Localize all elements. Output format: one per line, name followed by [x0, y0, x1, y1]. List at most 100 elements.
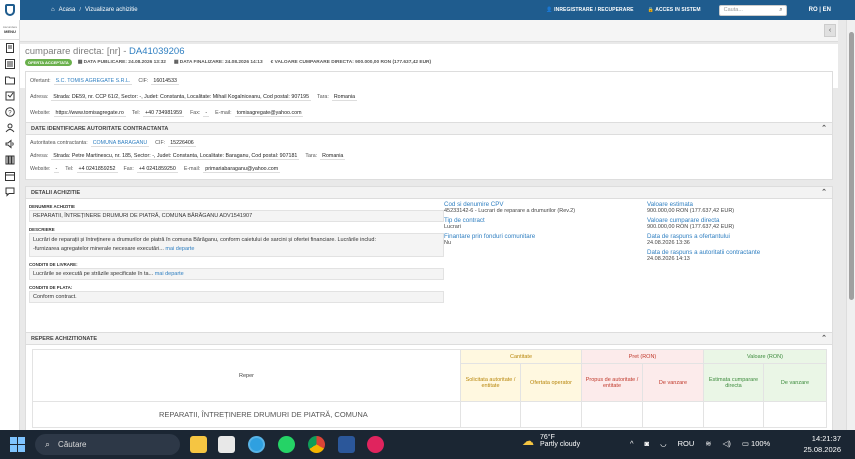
authority-card-header[interactable]: DATE IDENTIFICARE AUTORITATE CONTRACTANT… [26, 123, 832, 135]
payment-terms-field: Conform contract. [29, 291, 444, 303]
authority-email: primariabaraganu@yahoo.com [203, 165, 281, 173]
publish-date: ▦ DATA PUBLICARE: 24.08.2026 13:32 [77, 60, 166, 65]
list-icon [5, 59, 15, 69]
sidebar-item-list[interactable] [0, 56, 20, 72]
bidder-name-row: Ofertant: S.C. TOMIS AGREGATE S.R.L. CIF… [30, 77, 179, 85]
notes-icon [5, 91, 15, 101]
home-icon[interactable]: ⌂ [51, 7, 55, 13]
whatsapp-icon[interactable] [278, 436, 295, 453]
word-icon[interactable] [338, 436, 355, 453]
search-input[interactable]: Cauta... ⌕ [718, 4, 787, 16]
sidebar-item-calendar[interactable] [0, 168, 20, 184]
sidebar-item-library[interactable] [0, 152, 20, 168]
sidebar-item-notes[interactable] [0, 88, 20, 104]
chevron-up-icon[interactable]: ⌃ [821, 334, 827, 342]
chevron-left-icon: ‹ [828, 27, 832, 34]
taskbar-search[interactable]: ⌕ Căutare [35, 434, 180, 455]
group-header-quantity: Cantitate [460, 349, 582, 364]
chrome-icon[interactable] [308, 436, 325, 453]
windows-start-icon[interactable] [10, 437, 25, 452]
file-explorer-icon[interactable] [190, 436, 207, 453]
authority-website: - [53, 165, 60, 173]
estimated-value: 900.000,00 RON (177.637,42 EUR) [647, 208, 735, 214]
clock-time: 14:21:37 [811, 434, 841, 443]
audio-icon [5, 139, 14, 149]
taskbar-clock[interactable]: 14:21:37 25.08.2026 [803, 433, 841, 455]
weather-widget[interactable]: ☁ 76°F Partly cloudy [522, 434, 580, 448]
contract-type-value: Lucrari [444, 224, 461, 230]
column-header: Propus de autoritate / entitate [581, 363, 643, 402]
contract-type-label: Tip de contract [444, 217, 485, 224]
authority-country: Romania [320, 152, 346, 160]
status-badge: OFERTA ACCEPTATA [25, 59, 72, 66]
register-link[interactable]: 👤 INREGISTRARE / RECUPERARE [546, 7, 633, 13]
headset-icon[interactable]: ◡ [660, 439, 667, 448]
authority-phone: +4 0241859252 [76, 165, 118, 173]
authority-address: Strada: Petre Martinescu, nr. 185, Secto… [51, 152, 300, 160]
expand-button[interactable]: ‹ [824, 24, 836, 37]
read-more-link[interactable]: mai departe [155, 271, 184, 277]
partly-cloudy-icon: ☁ [522, 434, 534, 448]
document-icon [6, 43, 14, 53]
procurement-code[interactable]: DA41039206 [129, 46, 184, 57]
bidder-response-label: Data de raspuns a ofertantului [647, 233, 730, 240]
read-more-link[interactable]: mai departe [165, 246, 194, 252]
sidebar-item-messages[interactable] [0, 184, 20, 200]
authority-name-link[interactable]: COMUNA BARAGANU [90, 140, 150, 147]
items-card-header[interactable]: REPERE ACHIZITIONATE ⌃ [26, 333, 832, 345]
breadcrumb-home[interactable]: Acasa [59, 7, 76, 13]
column-header: Solicitata autoritate / entitate [460, 363, 521, 402]
bidder-name-link[interactable]: S.C. TOMIS AGREGATE S.R.L. [53, 78, 133, 85]
scrollbar-thumb[interactable] [849, 32, 854, 300]
procurement-name-field: REPARATII, ÎNTREȚINERE DRUMURI DE PIATRĂ… [29, 210, 444, 222]
battery-icon: ▭ [741, 439, 749, 448]
login-link[interactable]: 🔒 ACCES IN SISTEM [648, 7, 701, 13]
lock-icon: 🔒 [647, 7, 654, 13]
vertical-scrollbar[interactable] [846, 20, 855, 430]
column-header: Ofertata operator [520, 363, 582, 402]
left-sidebar: Ascundere MENU ? [0, 20, 20, 430]
finalize-date: ▦ DATA FINALIZARE: 24.08.2026 14:13 [173, 60, 263, 65]
column-header: De vanzare [763, 363, 827, 402]
sidebar-item-documents[interactable] [0, 40, 20, 56]
cpv-value: 45233142-6 - Lucrari de reparare a drumu… [444, 208, 576, 214]
authority-response-label: Data de raspuns a autoritatii contractan… [647, 249, 761, 256]
clock-date: 25.08.2026 [803, 445, 841, 454]
menu-toggle[interactable]: Ascundere MENU [0, 20, 20, 40]
site-logo[interactable] [0, 0, 20, 20]
bidder-email: tomisagregate@yahoo.com [234, 109, 304, 117]
library-icon [5, 155, 15, 165]
direct-purchase-value: € VALOARE CUMPARARE DIRECTA: 900.000,00 … [270, 60, 432, 65]
users-icon [5, 123, 15, 133]
edge-icon[interactable] [248, 436, 265, 453]
camera-icon[interactable]: ◙ [645, 439, 650, 448]
media-player-icon[interactable] [367, 436, 384, 453]
chevron-up-icon[interactable]: ⌃ [821, 188, 827, 196]
folder-icon [5, 76, 15, 85]
taskbar: ⌕ Căutare ☁ 76°F Partly cloudy ^ ◙ ◡ ROU … [0, 430, 855, 459]
temperature: 76°F [540, 434, 555, 441]
battery-indicator[interactable]: ▭ 100% [742, 439, 770, 448]
sidebar-item-users[interactable] [0, 120, 20, 136]
sidebar-item-audio[interactable] [0, 136, 20, 152]
search-icon: ⌕ [45, 439, 51, 449]
group-header-price: Pret (RON) [581, 349, 704, 364]
bidder-contact-row: Website: https://www.tomisagregate.ro Te… [30, 109, 304, 117]
authority-name-row: Autoritatea contractanta: COMUNA BARAGAN… [30, 139, 196, 147]
volume-icon[interactable]: ◁) [723, 439, 731, 448]
authority-response-date: 24.08.2026 14:13 [647, 256, 690, 262]
sidebar-item-folder[interactable] [0, 72, 20, 88]
chevron-up-icon[interactable]: ⌃ [821, 124, 827, 132]
bidder-country: Romania [331, 93, 358, 101]
details-card-header[interactable]: DETALII ACHIZITIE ⌃ [26, 187, 832, 199]
language-switch[interactable]: RO | EN [809, 7, 831, 13]
wifi-icon[interactable]: ≋ [705, 439, 711, 448]
input-language[interactable]: ROU [678, 439, 695, 448]
bidder-website[interactable]: https://www.tomisagregate.ro [53, 110, 126, 117]
field-label: DESCRIERE [29, 227, 55, 232]
chevron-up-icon[interactable]: ^ [630, 439, 634, 448]
column-header-reper: Reper [32, 349, 461, 402]
store-icon[interactable] [218, 436, 235, 453]
details-left-column: DENUMIRE ACHIZITIE REPARATII, ÎNTREȚINER… [29, 204, 444, 303]
sidebar-item-help[interactable]: ? [0, 104, 20, 120]
